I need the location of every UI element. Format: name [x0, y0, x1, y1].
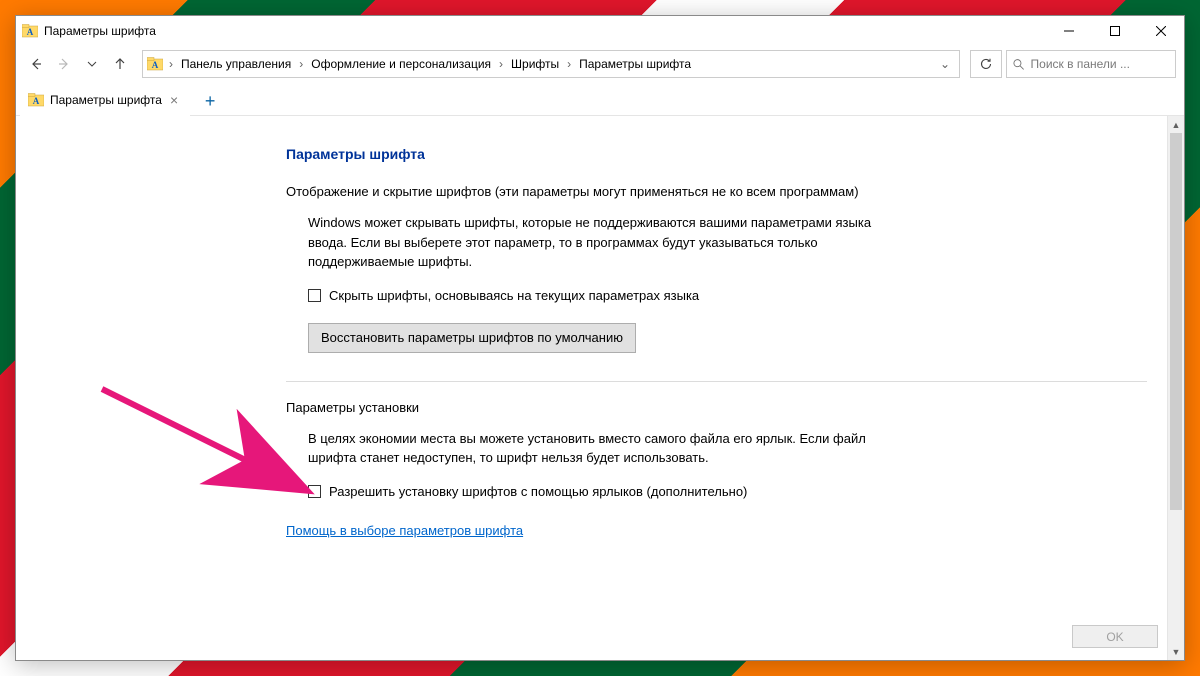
address-dropdown-icon[interactable]: ⌄ — [935, 57, 955, 71]
chevron-right-icon: › — [565, 57, 573, 71]
titlebar: A Параметры шрифта — [16, 16, 1184, 46]
nav-recent-dropdown[interactable] — [80, 52, 104, 76]
nav-back-button[interactable] — [24, 52, 48, 76]
breadcrumb-item[interactable]: Панель управления — [175, 51, 297, 77]
nav-row: A › Панель управления› Оформление и перс… — [16, 46, 1184, 82]
tab-label: Параметры шрифта — [50, 93, 162, 107]
allow-shortcut-checkbox-row[interactable]: Разрешить установку шрифтов с помощью яр… — [308, 482, 876, 502]
chevron-right-icon: › — [497, 57, 505, 71]
hide-fonts-checkbox-label: Скрыть шрифты, основываясь на текущих па… — [329, 286, 699, 306]
svg-text:A: A — [27, 27, 34, 37]
font-folder-icon: A — [28, 92, 44, 108]
tab-font-settings[interactable]: A Параметры шрифта × — [20, 85, 190, 115]
window-controls — [1046, 16, 1184, 46]
minimize-button[interactable] — [1046, 16, 1092, 46]
section-show-hide-heading: Отображение и скрытие шрифтов (эти парам… — [286, 184, 1147, 199]
scroll-thumb[interactable] — [1170, 133, 1182, 510]
tab-bar: A Параметры шрифта × + — [16, 82, 1184, 116]
scroll-track[interactable] — [1168, 133, 1184, 643]
breadcrumb-item[interactable]: Оформление и персонализация — [305, 51, 497, 77]
maximize-button[interactable] — [1092, 16, 1138, 46]
refresh-button[interactable] — [970, 50, 1002, 78]
dialog-footer: OK — [1072, 625, 1158, 648]
scroll-up-icon[interactable]: ▲ — [1168, 116, 1184, 133]
section-show-hide-body: Windows может скрывать шрифты, которые н… — [286, 213, 876, 353]
tab-close-icon[interactable]: × — [168, 93, 180, 107]
nav-forward-button[interactable] — [52, 52, 76, 76]
breadcrumb-item[interactable]: Шрифты — [505, 51, 565, 77]
section-install-body: В целях экономии места вы можете установ… — [286, 429, 876, 502]
window-title: Параметры шрифта — [44, 24, 156, 38]
ok-button: OK — [1072, 625, 1158, 648]
breadcrumb-item[interactable]: Параметры шрифта — [573, 51, 697, 77]
content-pane: Параметры шрифта Отображение и скрытие ш… — [16, 116, 1167, 660]
window: A Параметры шрифта A › Панель упр — [15, 15, 1185, 661]
allow-shortcut-checkbox-label: Разрешить установку шрифтов с помощью яр… — [329, 482, 747, 502]
address-bar[interactable]: A › Панель управления› Оформление и перс… — [142, 50, 960, 78]
svg-text:A: A — [152, 60, 159, 70]
scroll-down-icon[interactable]: ▼ — [1168, 643, 1184, 660]
close-button[interactable] — [1138, 16, 1184, 46]
checkbox-icon[interactable] — [308, 289, 321, 302]
search-input[interactable] — [1031, 57, 1169, 71]
section-install-heading: Параметры установки — [286, 400, 1147, 415]
hide-fonts-checkbox-row[interactable]: Скрыть шрифты, основываясь на текущих па… — [308, 286, 876, 306]
page-heading: Параметры шрифта — [286, 146, 1147, 162]
font-folder-icon: A — [147, 56, 163, 72]
chevron-right-icon[interactable]: › — [167, 57, 175, 71]
restore-defaults-button[interactable]: Восстановить параметры шрифтов по умолча… — [308, 323, 636, 353]
search-box[interactable] — [1006, 50, 1176, 78]
nav-up-button[interactable] — [108, 52, 132, 76]
section-divider — [286, 381, 1147, 382]
section-install-desc: В целях экономии места вы можете установ… — [308, 429, 876, 468]
svg-text:A: A — [33, 96, 40, 106]
new-tab-button[interactable]: + — [196, 87, 224, 115]
font-folder-icon: A — [22, 23, 38, 39]
chevron-right-icon: › — [297, 57, 305, 71]
checkbox-icon[interactable] — [308, 485, 321, 498]
section-show-hide-desc: Windows может скрывать шрифты, которые н… — [308, 213, 876, 272]
breadcrumbs: Панель управления› Оформление и персонал… — [175, 51, 697, 77]
help-link[interactable]: Помощь в выборе параметров шрифта — [286, 523, 523, 538]
search-icon — [1013, 58, 1025, 71]
vertical-scrollbar[interactable]: ▲ ▼ — [1167, 116, 1184, 660]
